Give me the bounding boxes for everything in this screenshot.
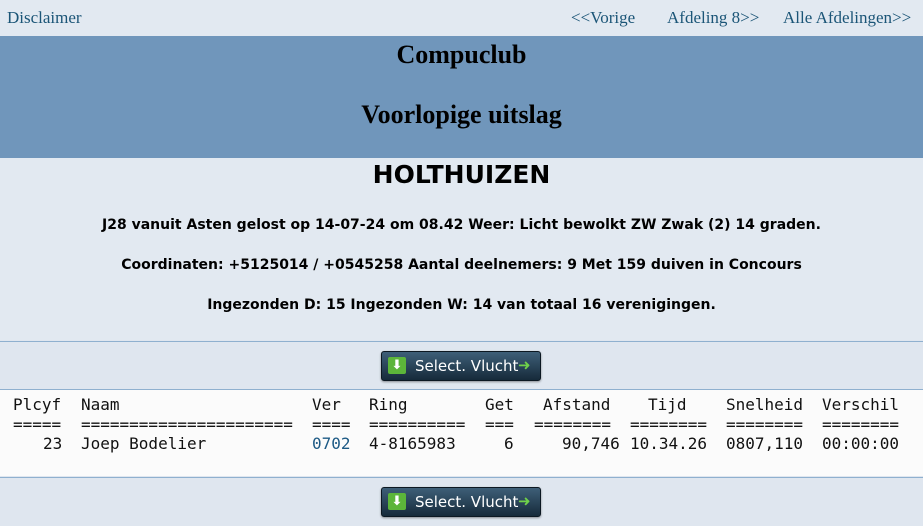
cell-plcyf: 23 [43,434,63,453]
all-departments-link[interactable]: Alle Afdelingen>> [783,8,911,28]
entries-line: Ingezonden D: 15 Ingezonden W: 14 van to… [207,297,716,313]
header-ring: Ring [369,395,408,414]
divider-get: === [485,415,514,434]
next-department-link[interactable]: Afdeling 8>> [667,8,759,28]
results-table: Plcyf Naam Ver Ring Get Afstand Tijd Sne… [0,390,923,476]
select-row-top: ⬇ Select. Vlucht ➜ [0,342,923,388]
club-title: Compuclub [396,40,527,69]
header-afstand: Afstand [543,395,611,414]
select-flight-button-bottom[interactable]: ⬇ Select. Vlucht ➜ [381,487,541,517]
coordinates-line: Coordinaten: +5125014 / +0545258 Aantal … [121,257,802,273]
previous-link[interactable]: <<Vorige [571,8,635,28]
header-banner: Compuclub Voorlopige uitslag [0,36,923,158]
result-subtitle: Voorlopige uitslag [361,100,562,129]
cell-ver-link[interactable]: 0702 [312,434,351,453]
cell-snelheid: 0807,110 [726,434,804,453]
download-icon: ⬇ [388,493,406,510]
divider-naam: ====================== [81,415,293,434]
cell-verschil: 00:00:00 [822,434,900,453]
divider-ring: ========== [369,415,466,434]
header-get: Get [485,395,514,414]
divider-ver: ==== [312,415,351,434]
cell-afstand: 90,746 [562,434,620,453]
divider-verschil: ======== [822,415,900,434]
arrow-right-icon: ➜ [518,492,531,510]
cell-tijd: 10.34.26 [630,434,708,453]
race-details-line: J28 vanuit Asten gelost op 14-07-24 om 0… [102,217,821,233]
race-info: HOLTHUIZEN J28 vanuit Asten gelost op 14… [0,158,923,340]
header-plcyf: Plcyf [13,395,62,414]
header-snelheid: Snelheid [726,395,804,414]
header-tijd: Tijd [648,395,687,414]
divider-snelheid: ======== [726,415,804,434]
select-flight-label: Select. Vlucht [415,493,519,511]
select-flight-label: Select. Vlucht [415,357,519,375]
disclaimer-link[interactable]: Disclaimer [7,8,82,28]
divider-tijd: ======== [630,415,708,434]
divider-afstand: ======== [534,415,612,434]
select-flight-button[interactable]: ⬇ Select. Vlucht ➜ [381,351,541,381]
download-icon: ⬇ [388,357,406,374]
select-row-bottom: ⬇ Select. Vlucht ➜ [0,478,923,524]
divider-plcyf: ===== [13,415,62,434]
header-verschil: Verschil [822,395,900,414]
header-naam: Naam [81,395,120,414]
arrow-right-icon: ➜ [518,356,531,374]
cell-get: 6 [504,434,514,453]
header-ver: Ver [312,395,341,414]
venue-title: HOLTHUIZEN [372,160,551,189]
cell-naam: Joep Bodelier [81,434,207,453]
cell-ring: 4-8165983 [369,434,456,453]
top-navigation: Disclaimer <<Vorige Afdeling 8>> Alle Af… [0,0,923,36]
